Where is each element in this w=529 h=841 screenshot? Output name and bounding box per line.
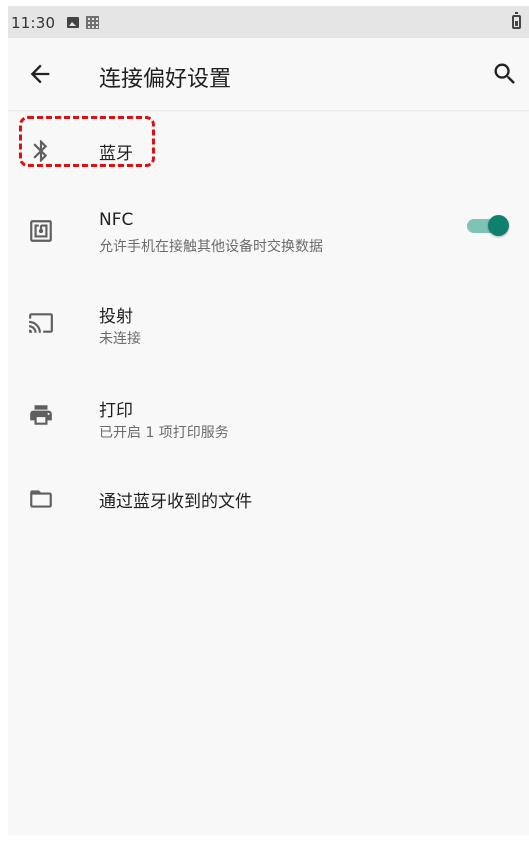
list-item-title: 通过蓝牙收到的文件 xyxy=(99,492,252,512)
folder-icon xyxy=(30,490,52,508)
screen: 11:30 连接偏好设置 蓝牙 NFC 允许手机在接触其他设备时交换数据 投射 … xyxy=(8,6,529,835)
list-item-bluetooth-files[interactable]: 通过蓝牙收到的文件 xyxy=(8,472,529,528)
list-item-print[interactable]: 打印 已开启 1 项打印服务 xyxy=(8,382,529,458)
nfc-toggle[interactable] xyxy=(465,214,509,236)
image-notification-icon xyxy=(67,17,79,28)
list-item-nfc[interactable]: NFC 允许手机在接触其他设备时交换数据 xyxy=(8,192,529,268)
nfc-icon xyxy=(30,220,52,242)
list-item-subtitle: 已开启 1 项打印服务 xyxy=(99,425,229,441)
list-item-subtitle: 允许手机在接触其他设备时交换数据 xyxy=(99,239,323,255)
list-item-title: NFC xyxy=(99,210,134,230)
list-item-cast[interactable]: 投射 未连接 xyxy=(8,288,529,364)
highlight-annotation xyxy=(19,116,155,167)
cast-icon xyxy=(29,313,53,333)
list-item-title: 打印 xyxy=(99,401,133,421)
status-time: 11:30 xyxy=(11,14,56,32)
search-button[interactable] xyxy=(491,60,519,88)
battery-icon xyxy=(512,12,521,29)
qr-notification-icon xyxy=(86,16,99,29)
app-bar: 连接偏好设置 xyxy=(8,38,529,110)
status-bar: 11:30 xyxy=(8,6,529,38)
list-item-subtitle: 未连接 xyxy=(99,331,141,347)
printer-icon xyxy=(30,405,52,425)
back-button[interactable] xyxy=(26,60,54,88)
arrow-left-icon xyxy=(30,64,50,84)
search-icon xyxy=(494,63,515,84)
list-item-title: 投射 xyxy=(99,307,133,327)
page-title: 连接偏好设置 xyxy=(99,67,232,92)
toggle-thumb xyxy=(488,215,509,236)
